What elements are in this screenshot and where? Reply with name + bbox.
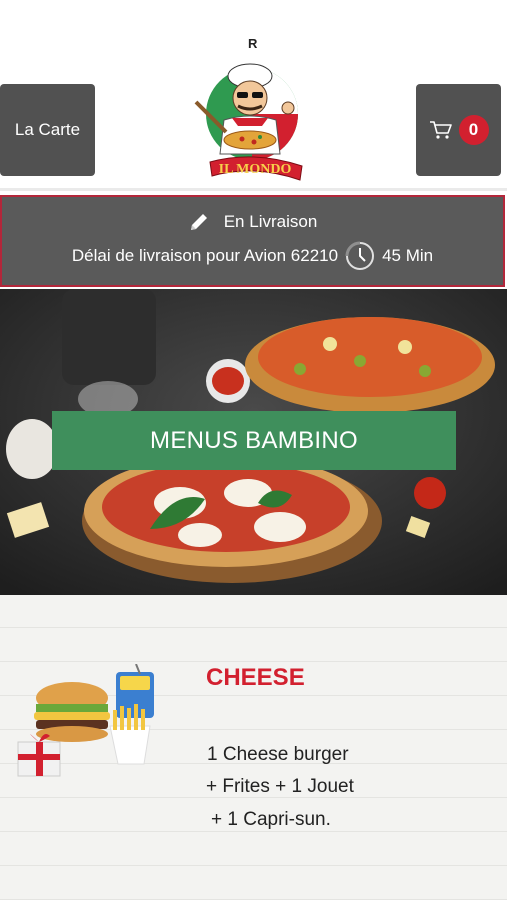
delivery-info-panel[interactable]: En Livraison Délai de livraison pour Avi… xyxy=(0,195,505,287)
product-description-line: + 1 Capri-sun. xyxy=(211,809,331,830)
logo-text: IL MONDO xyxy=(219,162,292,177)
status-mark: R xyxy=(248,36,258,51)
pencil-icon xyxy=(190,214,207,230)
product-description-line: 1 Cheese burger xyxy=(207,744,349,765)
delivery-mode: En Livraison xyxy=(223,212,318,231)
delivery-time: 45 Min xyxy=(382,246,434,265)
delivery-delay-text: Délai de livraison pour Avion 62210 xyxy=(71,246,339,265)
clock-icon xyxy=(345,241,375,270)
cart-count-badge: 0 xyxy=(458,115,489,145)
la-carte-label: La Carte xyxy=(14,120,81,139)
cart-icon xyxy=(429,121,452,139)
product-image xyxy=(17,664,154,777)
product-title: CHEESE xyxy=(206,664,305,691)
product-description-line: + Frites + 1 Jouet xyxy=(206,776,354,797)
restaurant-logo: IL MONDO xyxy=(194,63,303,181)
menu-category-banner[interactable]: MENUS BAMBINO xyxy=(52,411,456,470)
header-divider xyxy=(0,188,507,191)
cart-button[interactable]: 0 xyxy=(416,84,501,176)
la-carte-button[interactable]: La Carte xyxy=(0,84,95,176)
